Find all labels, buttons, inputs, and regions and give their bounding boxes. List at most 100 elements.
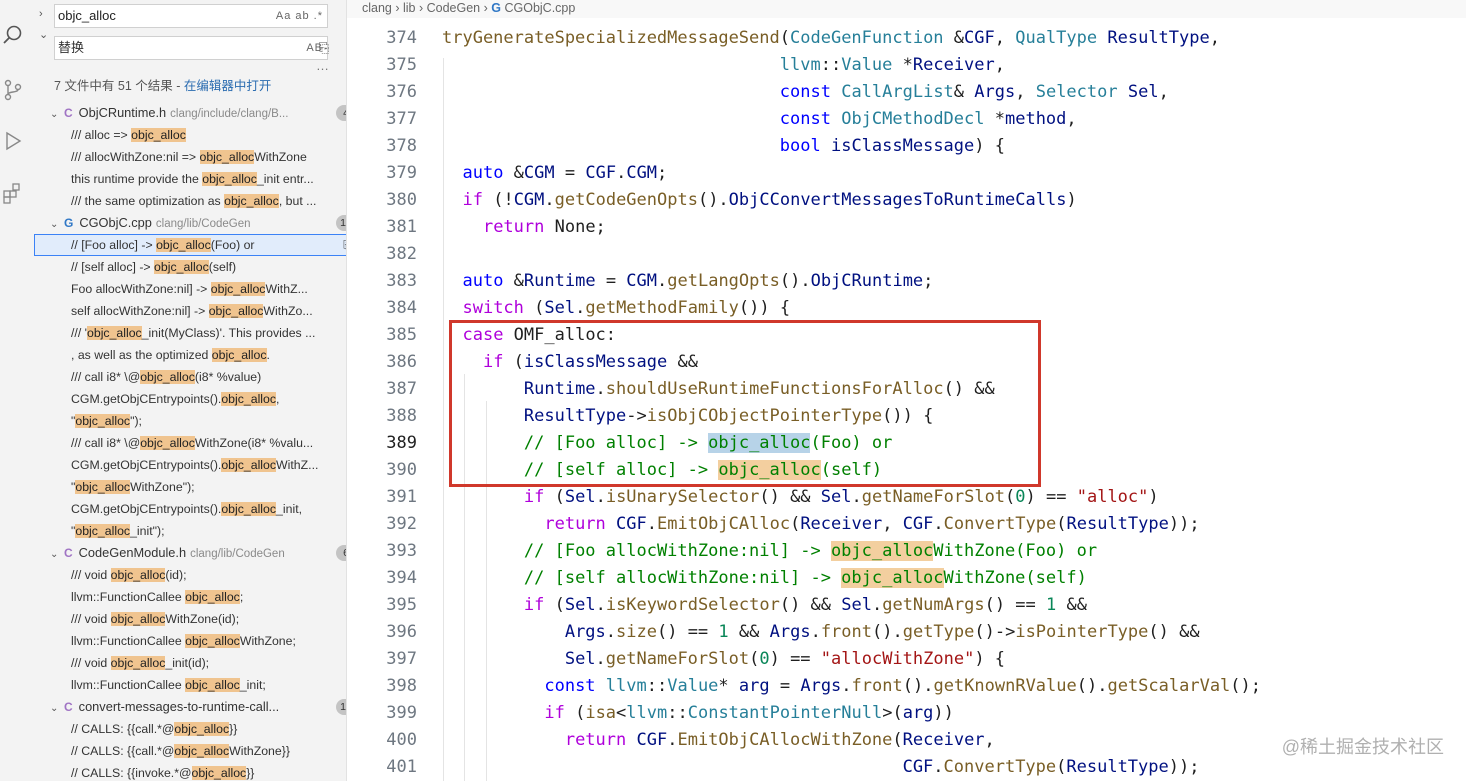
code-line[interactable]: if (Sel.isKeywordSelector() && Sel.getNu… xyxy=(442,595,1087,615)
code-editor[interactable]: 374 tryGenerateSpecializedMessageSend(Cod… xyxy=(347,18,1466,781)
search-options[interactable]: Aa ab .* xyxy=(276,5,323,27)
code-line[interactable]: auto &CGM = CGF.CGM; xyxy=(442,163,667,183)
match-highlight: objc_alloc xyxy=(75,480,131,494)
match-count-badge: 13 xyxy=(336,699,346,715)
code-line[interactable]: return CGF.EmitObjCAllocWithZone(Receive… xyxy=(442,730,995,750)
run-debug-icon[interactable] xyxy=(0,128,26,154)
open-in-editor-link[interactable]: 在编辑器中打开 xyxy=(184,79,272,93)
more-icon[interactable]: … xyxy=(316,58,329,73)
extensions-icon[interactable] xyxy=(0,180,26,206)
result-match[interactable]: /// 'objc_alloc_init(MyClass)'. This pro… xyxy=(34,322,346,344)
chevron-down-icon[interactable]: ⌄ xyxy=(39,28,48,41)
result-file[interactable]: ⌄C CodeGenModule.hclang/lib/CodeGen 6 xyxy=(34,542,346,564)
result-match[interactable]: llvm::FunctionCallee objc_allocWithZone; xyxy=(34,630,346,652)
match-count-badge: 14 xyxy=(336,215,346,231)
code-line[interactable]: tryGenerateSpecializedMessageSend(CodeGe… xyxy=(442,28,1220,48)
line-number: 381 xyxy=(386,217,417,237)
result-match[interactable]: // [self alloc] -> objc_alloc(self) xyxy=(34,256,346,278)
search-icon[interactable] xyxy=(0,22,26,48)
match-text: "); xyxy=(130,414,142,428)
breadcrumb-item[interactable]: lib xyxy=(403,1,416,15)
match-highlight: objc_alloc xyxy=(174,744,230,758)
code-line[interactable]: return CGF.EmitObjCAlloc(Receiver, CGF.C… xyxy=(442,514,1199,534)
match-highlight: objc_alloc xyxy=(202,172,257,186)
code-line[interactable]: bool isClassMessage) { xyxy=(442,136,1005,156)
code-line[interactable]: const llvm::Value* arg = Args.front().ge… xyxy=(442,676,1261,696)
result-match[interactable]: llvm::FunctionCallee objc_alloc_init; xyxy=(34,674,346,696)
result-match[interactable]: this runtime provide the objc_alloc_init… xyxy=(34,168,346,190)
breadcrumb-item[interactable]: clang xyxy=(362,1,392,15)
result-match[interactable]: /// call i8* \@objc_allocWithZone(i8* %v… xyxy=(34,432,346,454)
file-type-icon: C xyxy=(64,106,73,120)
code-line[interactable]: // [Foo allocWithZone:nil] -> objc_alloc… xyxy=(442,541,1097,561)
result-match[interactable]: "objc_alloc_init"); xyxy=(34,520,346,542)
line-number: 394 xyxy=(386,568,417,588)
chevron-down-icon[interactable]: ⌄ xyxy=(50,544,64,564)
result-match[interactable]: // CALLS: {{invoke.*@objc_alloc}} xyxy=(34,762,346,781)
chevron-down-icon[interactable]: ⌄ xyxy=(50,698,64,718)
match-highlight: objc_alloc xyxy=(199,150,255,164)
code-line[interactable]: return None; xyxy=(442,217,606,237)
result-match[interactable]: /// the same optimization as objc_alloc,… xyxy=(34,190,346,212)
match-text: ; xyxy=(239,590,244,604)
result-match[interactable]: /// allocWithZone:nil => objc_allocWithZ… xyxy=(34,146,346,168)
result-match[interactable]: "objc_allocWithZone"); xyxy=(34,476,346,498)
match-text: WithZone}} xyxy=(229,744,290,758)
result-match[interactable]: Foo allocWithZone:nil] -> objc_allocWith… xyxy=(34,278,346,300)
search-input[interactable]: objc_alloc Aa ab .* xyxy=(54,4,328,28)
result-match[interactable]: // CALLS: {{call.*@objc_allocWithZone}} xyxy=(34,740,346,762)
line-number: 398 xyxy=(386,676,417,696)
result-match[interactable]: CGM.getObjCEntrypoints().objc_alloc, xyxy=(34,388,346,410)
result-match[interactable]: llvm::FunctionCallee objc_alloc; xyxy=(34,586,346,608)
result-match[interactable]: CGM.getObjCEntrypoints().objc_alloc_init… xyxy=(34,498,346,520)
result-match[interactable]: , as well as the optimized objc_alloc. xyxy=(34,344,346,366)
line-number: 384 xyxy=(386,298,417,318)
code-line[interactable]: llvm::Value *Receiver, xyxy=(442,55,1005,75)
match-text: WithZone(i8* %valu... xyxy=(194,436,314,450)
result-match[interactable]: /// void objc_alloc_init(id); xyxy=(34,652,346,674)
breadcrumb: clang › lib › CodeGen › G CGObjC.cpp xyxy=(347,0,1466,18)
result-match[interactable]: "objc_alloc"); xyxy=(34,410,346,432)
result-match[interactable]: /// alloc => objc_alloc xyxy=(34,124,346,146)
file-type-icon: C xyxy=(64,700,73,714)
result-file[interactable]: ⌄G CGObjC.cppclang/lib/CodeGen 14 xyxy=(34,212,346,234)
match-text: WithZo... xyxy=(263,304,313,318)
code-line[interactable]: CGF.ConvertType(ResultType)); xyxy=(442,757,1200,777)
match-count-badge: 4 xyxy=(336,105,346,121)
result-match[interactable]: /// void objc_alloc(id); xyxy=(34,564,346,586)
result-match[interactable]: self allocWithZone:nil] -> objc_allocWit… xyxy=(34,300,346,322)
line-number: 379 xyxy=(386,163,417,183)
code-line[interactable]: Args.size() == 1 && Args.front().getType… xyxy=(442,622,1200,642)
cpp-file-icon: G xyxy=(491,1,501,15)
code-line[interactable]: Sel.getNameForSlot(0) == "allocWithZone"… xyxy=(442,649,1005,669)
match-highlight: objc_alloc xyxy=(156,238,211,252)
breadcrumb-item[interactable]: CodeGen xyxy=(427,1,481,15)
code-line[interactable]: // [self allocWithZone:nil] -> objc_allo… xyxy=(442,568,1087,588)
replace-input[interactable]: 替换 AB xyxy=(54,36,328,60)
result-match[interactable]: // [Foo alloc] -> objc_alloc(Foo) or⎘ ✕ xyxy=(34,234,346,256)
result-match[interactable]: // CALLS: {{call.*@objc_alloc}} xyxy=(34,718,346,740)
toggle-replace-icon[interactable]: › xyxy=(39,8,43,20)
code-line[interactable]: if (isa<llvm::ConstantPointerNull>(arg)) xyxy=(442,703,954,723)
replace-all-icon[interactable]: ⎘ xyxy=(319,40,329,56)
match-text: /// call i8* \@ xyxy=(71,370,141,384)
code-line[interactable]: switch (Sel.getMethodFamily()) { xyxy=(442,298,790,318)
code-line[interactable]: if (Sel.isUnarySelector() && Sel.getName… xyxy=(442,487,1159,507)
result-match[interactable]: /// call i8* \@objc_alloc(i8* %value) xyxy=(34,366,346,388)
line-number: 389 xyxy=(386,433,417,453)
code-line[interactable]: const CallArgList& Args, Selector Sel, xyxy=(442,82,1169,102)
breadcrumb-item[interactable]: CGObjC.cpp xyxy=(504,1,575,15)
chevron-down-icon[interactable]: ⌄ xyxy=(50,104,64,124)
match-highlight: objc_alloc xyxy=(75,524,131,538)
code-line[interactable]: auto &Runtime = CGM.getLangOpts().ObjCRu… xyxy=(442,271,933,291)
result-file[interactable]: ⌄Cconvert-messages-to-runtime-call... 13 xyxy=(34,696,346,718)
source-control-icon[interactable] xyxy=(0,77,26,103)
match-text: (i8* %value) xyxy=(194,370,262,384)
result-file[interactable]: ⌄C ObjCRuntime.hclang/include/clang/B... 4 xyxy=(34,102,346,124)
result-match[interactable]: /// void objc_allocWithZone(id); xyxy=(34,608,346,630)
code-line[interactable]: const ObjCMethodDecl *method, xyxy=(442,109,1077,129)
code-line[interactable]: if (!CGM.getCodeGenOpts().ObjCConvertMes… xyxy=(442,190,1076,210)
match-highlight: objc_alloc xyxy=(224,194,279,208)
chevron-down-icon[interactable]: ⌄ xyxy=(50,214,64,234)
result-match[interactable]: CGM.getObjCEntrypoints().objc_allocWithZ… xyxy=(34,454,346,476)
